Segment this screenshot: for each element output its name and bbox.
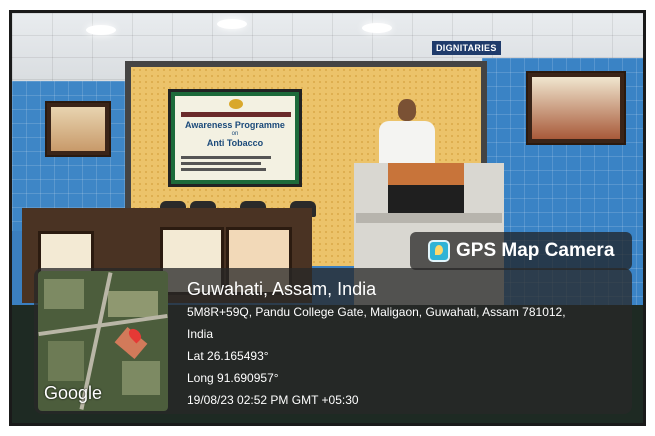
- slide-title: Awareness Programme: [185, 120, 285, 130]
- slide-subtitle: on: [231, 131, 239, 137]
- city-name: Guwahati, Assam, India: [187, 279, 377, 299]
- portrait-right: [526, 71, 626, 145]
- map-attribution: Google: [44, 383, 103, 403]
- dignitaries-sign: DIGNITARIES: [432, 41, 501, 55]
- portrait-left: [45, 101, 111, 157]
- photo-frame: DIGNITARIES Awareness Programme on Anti …: [0, 0, 655, 436]
- speaker: [398, 99, 416, 121]
- speaker-shirt: [379, 121, 435, 166]
- address-line-2: India: [187, 327, 214, 341]
- slide-topic: Anti Tobacco: [206, 138, 264, 148]
- latitude: Lat 26.165493°: [187, 349, 269, 363]
- projector-screen: Awareness Programme on Anti Tobacco: [168, 89, 302, 187]
- gps-camera-icon: [428, 240, 450, 262]
- gps-app-badge: GPS Map Camera: [410, 232, 632, 270]
- address-line-1: 5M8R+59Q, Pandu College Gate, Maligaon, …: [187, 305, 566, 319]
- app-name: GPS Map Camera: [456, 240, 615, 261]
- timestamp: 19/08/23 02:52 PM GMT +05:30: [187, 393, 359, 407]
- longitude: Long 91.690957°: [187, 371, 279, 385]
